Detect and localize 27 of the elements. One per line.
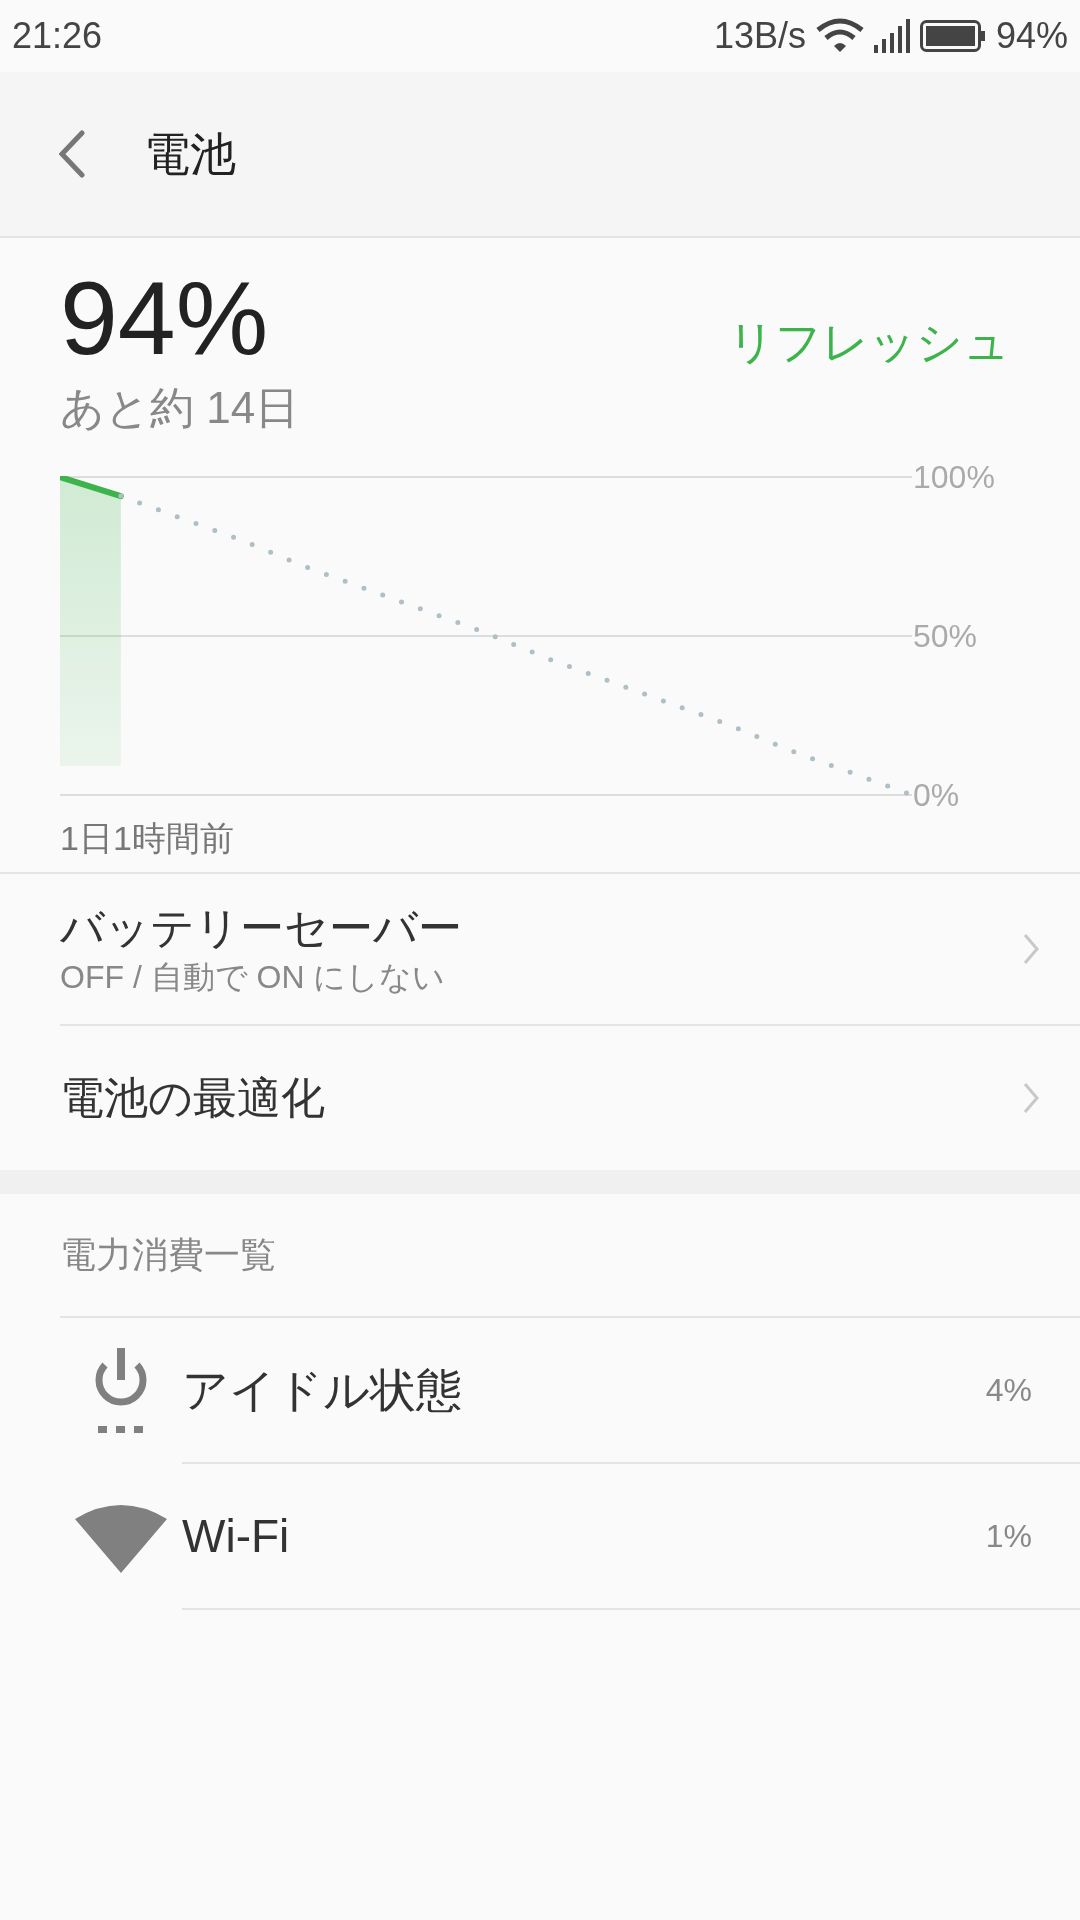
signal-icon	[873, 19, 910, 53]
chevron-icon	[1022, 1081, 1040, 1115]
usage-percent: 4%	[985, 1371, 1032, 1410]
wifi-icon	[815, 18, 864, 54]
battery-level: 94%	[60, 259, 270, 378]
status-time: 21:26	[12, 14, 103, 58]
page-title: 電池	[144, 126, 236, 182]
axis-label: 50%	[913, 617, 978, 656]
network-speed: 13B/s	[713, 14, 806, 58]
axis-label: 0%	[913, 776, 960, 815]
usage-percent: 1%	[985, 1517, 1032, 1556]
chevron-icon	[1022, 932, 1040, 966]
usage-name: アイドル状態	[182, 1362, 462, 1418]
battery-percent: 94%	[995, 14, 1068, 58]
axis-label: 1日1時間前	[60, 818, 234, 858]
settings-row[interactable]: バッテリーセーバー OFF / 自動で ON にしない	[60, 874, 1080, 1024]
usage-row[interactable]: アイドル状態 4%	[60, 1318, 1080, 1464]
section-heading: 電力消費一覧	[60, 1233, 276, 1277]
usage-row[interactable]: Wi-Fi 1%	[60, 1464, 1080, 1610]
usage-name: Wi-Fi	[182, 1508, 290, 1564]
back-icon	[59, 130, 85, 178]
setting-title: 電池の最適化	[60, 1072, 325, 1124]
battery-icon	[919, 20, 986, 52]
setting-title: バッテリーセーバー	[60, 902, 462, 954]
setting-subtitle: OFF / 自動で ON にしない	[60, 958, 447, 997]
remaining-time: あと約 14日	[60, 382, 300, 434]
axis-label: 100%	[913, 458, 995, 497]
